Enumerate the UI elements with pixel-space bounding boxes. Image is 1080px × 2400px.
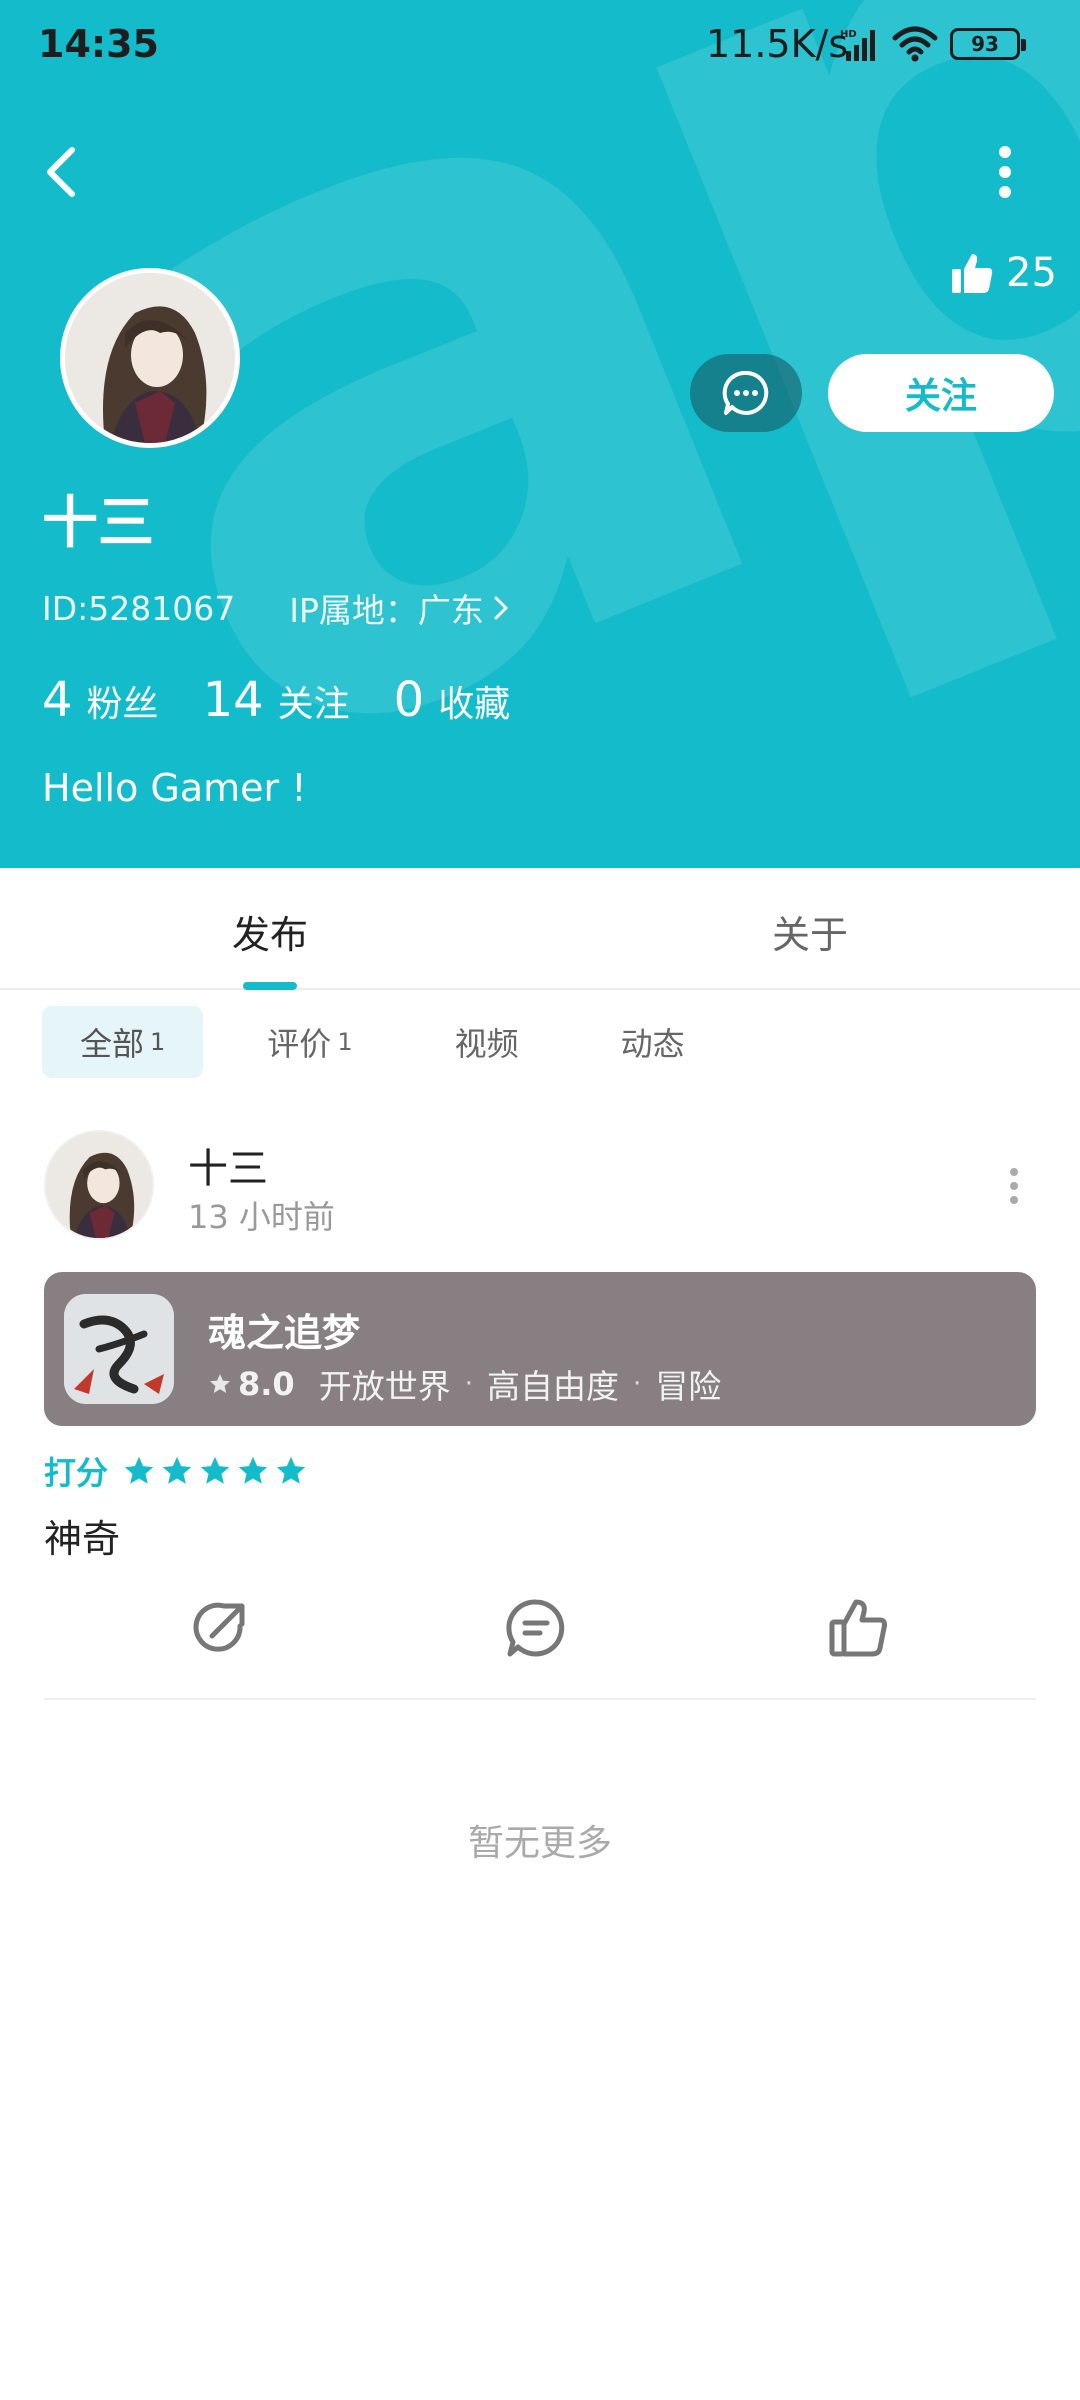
post-author-avatar[interactable]	[44, 1130, 154, 1240]
chip-count: 1	[150, 1028, 166, 1056]
stat-followers[interactable]: 4 粉丝	[42, 672, 159, 728]
chip-label: 评价	[267, 1025, 332, 1063]
username: 十三	[42, 491, 154, 556]
user-stats: 4 粉丝 14 关注 0 收藏	[42, 672, 554, 728]
follow-button[interactable]: 关注	[828, 354, 1054, 432]
stat-label: 粉丝	[86, 684, 159, 725]
stat-favorites[interactable]: 0 收藏	[394, 672, 511, 728]
star-icon	[124, 1456, 154, 1484]
battery-indicator: 93	[950, 28, 1026, 60]
profile-header: apTa 14:35 11.5K/s HD 93	[0, 0, 1080, 868]
status-bar: 14:35 11.5K/s HD 93	[0, 0, 1080, 88]
stat-label: 收藏	[438, 684, 511, 725]
chat-bubble-icon	[722, 370, 769, 415]
review-text: 神奇	[44, 1517, 121, 1561]
star-icon	[210, 1374, 230, 1393]
status-icons: HD 93	[840, 24, 1026, 64]
tab-about[interactable]: 关于	[540, 904, 1080, 959]
review-rating: 打分	[44, 1448, 312, 1494]
post-more-button[interactable]	[1008, 1168, 1020, 1204]
more-dot	[1010, 1168, 1018, 1176]
like-button[interactable]	[826, 1596, 890, 1660]
chevron-right-icon	[494, 596, 508, 620]
chip-count: 1	[337, 1028, 353, 1056]
tag-separator: ·	[632, 1369, 642, 1399]
game-score: 8.0	[238, 1365, 295, 1403]
avatar-image	[65, 273, 235, 443]
post-author-name[interactable]: 十三	[188, 1136, 268, 1194]
user-bio: Hello Gamer !	[42, 766, 307, 810]
more-dot	[999, 146, 1011, 158]
tab-posts[interactable]: 发布	[0, 904, 540, 959]
share-button[interactable]	[188, 1596, 252, 1660]
message-button[interactable]	[690, 354, 802, 432]
likes-count: 25	[1006, 250, 1057, 296]
game-tag: 高自由度	[486, 1367, 619, 1406]
game-logo-image	[64, 1294, 174, 1404]
star-icon	[238, 1456, 268, 1484]
ip-location-link[interactable]: IP属地：广东	[289, 584, 510, 632]
chip-label: 动态	[620, 1025, 685, 1063]
stat-number: 0	[393, 672, 425, 728]
rating-label: 打分	[44, 1454, 109, 1492]
network-speed: 11.5K/s	[706, 22, 849, 66]
more-dot	[999, 186, 1011, 198]
like-icon	[829, 1599, 887, 1657]
game-tag: 开放世界	[318, 1367, 451, 1406]
game-card[interactable]: 魂之追梦 8.0 开放世界 · 高自由度 · 冒险	[44, 1272, 1036, 1426]
more-options-button[interactable]	[990, 146, 1020, 198]
star-icon	[162, 1456, 192, 1484]
chevron-left-icon	[47, 147, 75, 197]
post-divider	[44, 1698, 1036, 1700]
stat-number: 14	[202, 672, 264, 728]
back-button[interactable]	[38, 144, 86, 200]
chip-label: 全部	[80, 1025, 145, 1063]
tag-separator: ·	[464, 1369, 473, 1399]
user-id: ID:5281067	[42, 588, 236, 628]
active-tab-indicator	[243, 982, 297, 990]
ip-location: IP属地：广东	[289, 591, 484, 630]
status-time: 14:35	[38, 22, 159, 66]
filter-all[interactable]: 全部 1	[42, 1006, 204, 1078]
filter-moments[interactable]: 动态	[583, 1006, 723, 1078]
post-actions	[0, 1596, 1080, 1666]
thumbs-up-icon	[952, 254, 993, 293]
more-dot	[999, 166, 1011, 178]
more-dot	[1010, 1182, 1018, 1190]
user-avatar[interactable]	[60, 268, 240, 448]
more-dot	[1010, 1196, 1018, 1204]
filter-videos[interactable]: 视频	[417, 1006, 557, 1078]
stat-number: 4	[42, 672, 73, 728]
comment-button[interactable]	[504, 1596, 568, 1660]
hd-badge: HD	[840, 29, 857, 40]
comment-icon	[506, 1599, 565, 1657]
game-name: 魂之追梦	[208, 1311, 361, 1355]
signal-icon: HD	[840, 29, 875, 61]
end-of-list-text: 暂无更多	[467, 1823, 612, 1864]
wifi-icon	[892, 26, 938, 62]
game-icon	[64, 1294, 174, 1404]
chip-label: 视频	[454, 1025, 519, 1063]
avatar-image	[46, 1132, 152, 1238]
stat-label: 关注	[277, 684, 350, 725]
user-meta: ID:5281067 IP属地：广东	[42, 584, 510, 632]
post-timestamp: 13 小时前	[188, 1198, 335, 1236]
filter-reviews[interactable]: 评价 1	[229, 1006, 390, 1078]
likes-counter[interactable]: 25	[950, 250, 1057, 296]
filter-chips: 全部 1 评价 1 视频 动态	[42, 1006, 749, 1078]
profile-tabs: 发布 关于	[0, 868, 1080, 990]
share-icon	[193, 1602, 245, 1652]
star-icon	[276, 1456, 306, 1484]
star-icon	[200, 1456, 230, 1484]
game-meta: 8.0 开放世界 · 高自由度 · 冒险	[208, 1360, 721, 1408]
game-tag: 冒险	[655, 1367, 722, 1406]
stat-following[interactable]: 14 关注	[203, 672, 350, 728]
